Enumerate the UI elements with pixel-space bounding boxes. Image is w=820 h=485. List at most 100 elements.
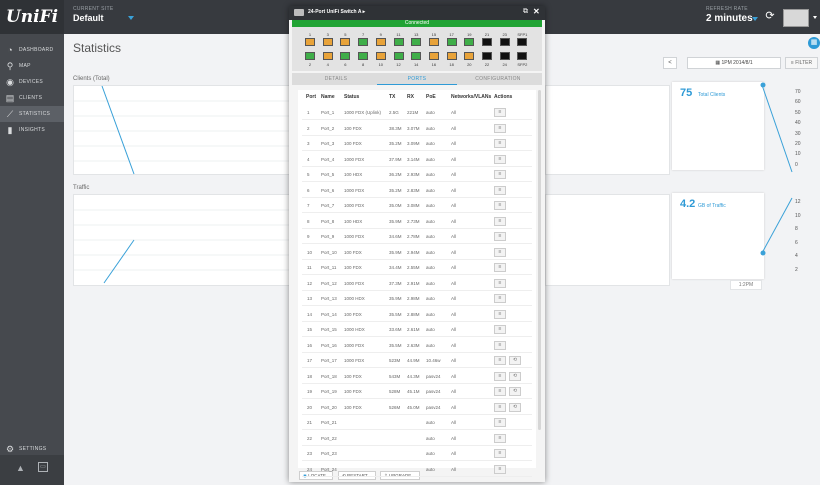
cell-port: 3 [307, 141, 310, 146]
cell-rx: 44.3M [407, 373, 420, 379]
cell-name: Port_3 [321, 141, 335, 146]
port-settings-button[interactable]: ≡ [494, 387, 506, 396]
date-range-picker[interactable]: ▦ 1PM 2014/8/1 [687, 57, 781, 69]
port-led[interactable] [340, 38, 351, 46]
y-tick-label: 30 [795, 130, 801, 137]
power-cycle-button[interactable]: ⟲ [509, 402, 521, 412]
cell-tx: 35.9M [389, 218, 402, 224]
port-led[interactable] [375, 38, 386, 46]
cell-net: All [451, 342, 457, 348]
column-header: Status [344, 94, 360, 100]
port-settings-button[interactable]: ≡ [494, 139, 506, 148]
port-led[interactable] [305, 52, 315, 60]
port-led[interactable] [358, 38, 369, 46]
filter-button[interactable]: ≡ FILTER [785, 57, 818, 69]
port-settings-button[interactable]: ≡ [494, 201, 506, 210]
port-led[interactable] [411, 38, 422, 46]
tab-details[interactable]: DETAILS [296, 73, 376, 85]
port-led[interactable] [322, 52, 333, 60]
port-led[interactable] [446, 52, 457, 60]
cell-poe: pasv24 [426, 404, 441, 410]
port-led[interactable] [322, 38, 333, 46]
port-led[interactable] [393, 52, 404, 60]
close-icon[interactable]: ✕ [533, 7, 540, 16]
port-led[interactable] [517, 52, 528, 60]
avatar[interactable] [783, 9, 809, 27]
sidebar-item-devices[interactable]: ◉ DEVICES [0, 74, 64, 90]
sidebar-item-label: DEVICES [19, 79, 44, 85]
port-settings-button[interactable]: ≡ [494, 263, 506, 272]
port-settings-button[interactable]: ≡ [494, 247, 506, 257]
external-link-icon[interactable]: ⧉ [523, 8, 528, 16]
port-led[interactable] [393, 38, 404, 46]
port-settings-button[interactable]: ≡ [494, 278, 506, 288]
sidebar-item-insights[interactable]: ▮ INSIGHTS [0, 122, 64, 138]
cell-poe: auto [426, 466, 435, 472]
port-settings-button[interactable]: ≡ [494, 325, 506, 334]
port-settings-button[interactable]: ≡ [494, 170, 506, 179]
port-settings-button[interactable]: ≡ [494, 418, 506, 427]
chat-icon[interactable]: ▭ [38, 462, 48, 472]
port-led[interactable] [517, 38, 528, 46]
site-selector[interactable]: Default [73, 13, 104, 23]
cell-name: Port_9 [321, 234, 335, 239]
power-cycle-button[interactable]: ⟲ [509, 371, 521, 381]
port-settings-button[interactable]: ≡ [494, 433, 506, 443]
port-led[interactable] [411, 52, 422, 60]
cell-poe: auto [426, 141, 435, 146]
port-settings-button[interactable]: ≡ [494, 449, 506, 458]
chevron-down-icon[interactable] [752, 17, 758, 21]
port-led[interactable] [464, 38, 475, 46]
scrollbar[interactable] [538, 90, 541, 430]
sidebar-item-map[interactable]: ⚲ MAP [0, 58, 64, 74]
sidebar-item-dashboard[interactable]: ◔ DASHBOARD [0, 42, 64, 58]
port-led[interactable] [358, 52, 369, 60]
port-settings-button[interactable]: ≡ [494, 371, 506, 381]
cell-tx: 35.0M [389, 203, 402, 208]
port-settings-button[interactable]: ≡ [494, 232, 506, 241]
power-cycle-button[interactable]: ⟲ [509, 387, 521, 396]
previous-button[interactable]: < [663, 57, 677, 69]
port-settings-button[interactable]: ≡ [494, 356, 506, 365]
sidebar-item-clients[interactable]: ▤ CLIENTS [0, 90, 64, 106]
port-led[interactable] [499, 52, 510, 60]
port-led[interactable] [499, 38, 510, 46]
tab-configuration[interactable]: CONFIGURATION [458, 73, 538, 85]
chevron-down-icon[interactable] [128, 16, 134, 20]
port-settings-button[interactable]: ≡ [494, 123, 506, 133]
cell-name: Port_21 [321, 420, 337, 425]
refresh-rate-selector[interactable]: 2 minutes [706, 13, 753, 24]
power-cycle-button[interactable]: ⟲ [509, 356, 521, 365]
alert-icon[interactable]: ▲ [16, 463, 25, 473]
chevron-down-icon[interactable] [813, 16, 817, 19]
port-settings-button[interactable]: ≡ [494, 108, 506, 117]
calendar-icon[interactable]: ▦ [808, 37, 820, 49]
tab-ports[interactable]: PORTS [377, 73, 457, 85]
port-settings-button[interactable]: ≡ [494, 340, 506, 350]
port-settings-button[interactable]: ≡ [494, 402, 506, 412]
cell-rx: 45.1M [407, 389, 420, 394]
port-led[interactable] [446, 38, 457, 46]
cell-rx: 3.07M [407, 125, 420, 131]
port-led[interactable] [464, 52, 475, 60]
panel-title[interactable]: 24-Port UniFi Switch A ▸ [308, 9, 365, 15]
y-tick-label: 12 [795, 199, 801, 205]
port-led[interactable] [305, 38, 315, 46]
refresh-icon[interactable]: ⟳ [764, 10, 776, 22]
port-settings-button[interactable]: ≡ [494, 216, 506, 226]
port-led[interactable] [482, 38, 492, 46]
cell-name: Port_12 [321, 280, 337, 286]
port-led[interactable] [340, 52, 351, 60]
port-settings-button[interactable]: ≡ [494, 185, 506, 195]
port-settings-button[interactable]: ≡ [494, 464, 506, 474]
port-led[interactable] [428, 52, 439, 60]
cell-net: All [451, 156, 457, 162]
port-settings-button[interactable]: ≡ [494, 294, 506, 303]
port-settings-button[interactable]: ≡ [494, 309, 506, 319]
sidebar-item-statistics[interactable]: ⟋ STATISTICS [0, 106, 64, 122]
port-settings-button[interactable]: ≡ [494, 154, 506, 164]
port-led[interactable] [482, 52, 492, 60]
cell-name: Port_15 [321, 327, 337, 332]
port-led[interactable] [375, 52, 386, 60]
port-led[interactable] [428, 38, 439, 46]
